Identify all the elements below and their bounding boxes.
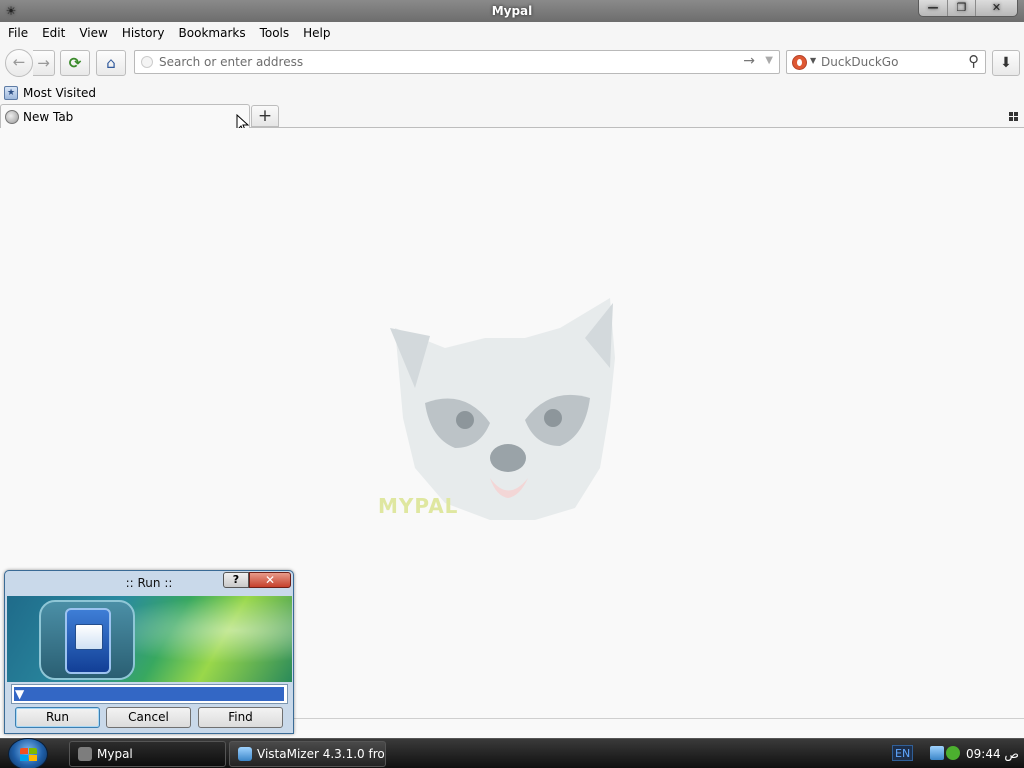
window-titlebar[interactable]: ☀ Mypal — ❐ ✕ bbox=[0, 0, 1024, 22]
page-info-icon[interactable] bbox=[141, 56, 153, 68]
menu-help[interactable]: Help bbox=[296, 22, 337, 45]
run-button[interactable]: Run bbox=[15, 707, 100, 728]
download-arrow-icon: ⬇ bbox=[1000, 55, 1012, 71]
raccoon-icon[interactable]: ☀ bbox=[3, 3, 19, 19]
find-button[interactable]: Find bbox=[198, 707, 283, 728]
search-bar[interactable]: ▼ ⚲ bbox=[786, 50, 986, 74]
vistamizer-icon bbox=[238, 747, 252, 761]
window-title: Mypal bbox=[491, 4, 533, 18]
plus-icon: + bbox=[257, 106, 273, 126]
menu-bookmarks[interactable]: Bookmarks bbox=[172, 22, 253, 45]
search-engine-dropdown-icon[interactable]: ▼ bbox=[810, 56, 816, 65]
most-visited-bookmark[interactable]: Most Visited bbox=[23, 86, 96, 100]
navigation-toolbar: ← → ⟳ ⌂ → ▼ ▼ ⚲ ⬇ bbox=[0, 45, 1024, 81]
reload-button[interactable]: ⟳ bbox=[60, 50, 90, 76]
menu-history[interactable]: History bbox=[115, 22, 172, 45]
menu-bar: File Edit View History Bookmarks Tools H… bbox=[0, 22, 1024, 45]
reload-icon: ⟳ bbox=[68, 54, 82, 72]
task-label: VistaMizer 4.3.1.0 fro... bbox=[257, 747, 386, 761]
tab-new-tab[interactable]: New Tab bbox=[0, 104, 250, 129]
arrow-right-icon: → bbox=[37, 54, 50, 72]
run-app-icon bbox=[39, 600, 135, 680]
menu-view[interactable]: View bbox=[72, 22, 114, 45]
raccoon-icon bbox=[78, 747, 92, 761]
restore-button[interactable]: ❐ bbox=[947, 0, 975, 16]
network-icon[interactable] bbox=[930, 746, 944, 760]
url-input[interactable] bbox=[159, 53, 719, 71]
system-tray: EN 09:44 ص bbox=[884, 739, 1024, 768]
close-icon: ✕ bbox=[264, 573, 276, 587]
bookmarks-toolbar: ★ Most Visited bbox=[0, 81, 1024, 104]
run-banner-image bbox=[7, 596, 292, 682]
language-indicator[interactable]: EN bbox=[892, 745, 914, 761]
url-dropdown-icon[interactable]: ▼ bbox=[765, 55, 773, 66]
help-button[interactable]: ? bbox=[223, 572, 249, 588]
minimize-button[interactable]: — bbox=[919, 0, 947, 16]
tab-grid-icon[interactable] bbox=[1009, 112, 1018, 121]
menu-tools[interactable]: Tools bbox=[253, 22, 297, 45]
mypal-logo-text: MYPAL bbox=[378, 494, 459, 518]
taskbar: Mypal VistaMizer 4.3.1.0 fro... EN 09:44… bbox=[0, 738, 1024, 768]
duckduckgo-icon[interactable] bbox=[792, 55, 807, 70]
chevron-down-icon[interactable]: ▼ bbox=[14, 687, 284, 701]
cancel-button[interactable]: Cancel bbox=[106, 707, 191, 728]
arrow-left-icon: ← bbox=[12, 53, 26, 71]
globe-icon bbox=[5, 110, 19, 124]
go-arrow-icon[interactable]: → bbox=[743, 53, 755, 69]
search-input[interactable] bbox=[821, 53, 961, 71]
menu-file[interactable]: File bbox=[1, 22, 35, 45]
most-visited-icon: ★ bbox=[4, 85, 18, 100]
home-icon: ⌂ bbox=[106, 54, 116, 72]
taskbar-item-mypal[interactable]: Mypal bbox=[69, 741, 226, 767]
menu-edit[interactable]: Edit bbox=[35, 22, 72, 45]
security-shield-icon[interactable] bbox=[946, 746, 960, 760]
window-icon bbox=[65, 608, 111, 674]
status-divider bbox=[292, 718, 1024, 719]
back-button[interactable]: ← bbox=[5, 49, 33, 77]
run-command-input[interactable]: explorer ▼ bbox=[11, 684, 288, 704]
new-tab-button[interactable]: + bbox=[251, 105, 279, 127]
home-button[interactable]: ⌂ bbox=[96, 50, 126, 76]
tab-label: New Tab bbox=[23, 110, 74, 124]
clock[interactable]: 09:44 ص bbox=[966, 739, 1019, 768]
search-icon[interactable]: ⚲ bbox=[968, 52, 979, 70]
tab-strip: New Tab + bbox=[0, 104, 1024, 129]
forward-button[interactable]: → bbox=[33, 50, 55, 76]
run-dialog: :: Run :: ? ✕ explorer ▼ Run Cancel Find bbox=[4, 570, 294, 734]
run-close-button[interactable]: ✕ bbox=[249, 572, 291, 588]
url-bar[interactable]: → ▼ bbox=[134, 50, 780, 74]
taskbar-item-vistamizer[interactable]: VistaMizer 4.3.1.0 fro... bbox=[229, 741, 386, 767]
downloads-button[interactable]: ⬇ bbox=[992, 50, 1020, 76]
mypal-raccoon-logo bbox=[390, 298, 615, 520]
window-controls: — ❐ ✕ bbox=[918, 0, 1018, 17]
task-label: Mypal bbox=[97, 747, 133, 761]
start-button[interactable] bbox=[8, 738, 48, 768]
close-button[interactable]: ✕ bbox=[975, 0, 1017, 16]
